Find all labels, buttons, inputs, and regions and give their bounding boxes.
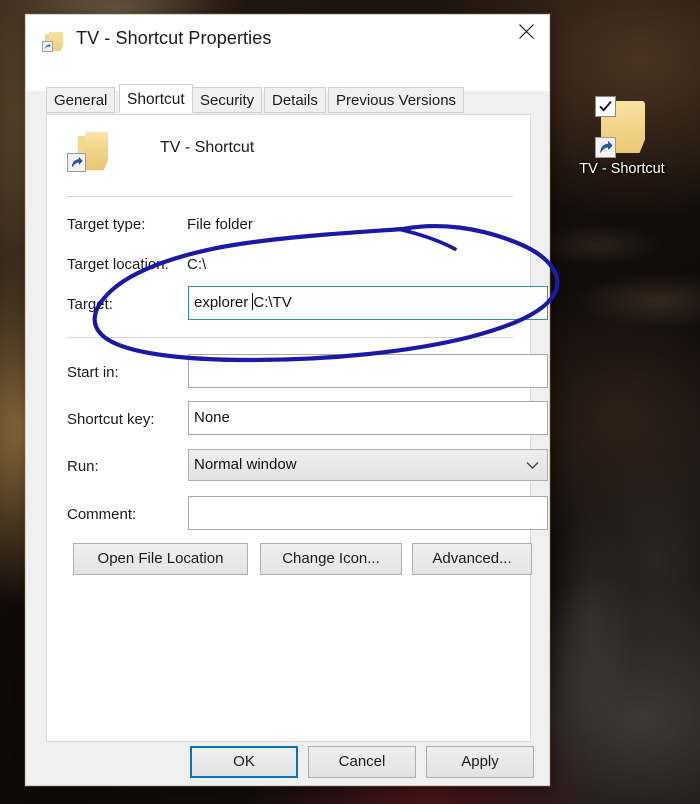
chevron-down-icon [526, 450, 539, 480]
label-start-in: Start in: [67, 364, 119, 381]
desktop-icon-art [593, 96, 651, 158]
value-target-location: C:\ [187, 256, 207, 273]
dialog-titlebar[interactable]: TV - Shortcut Properties [26, 15, 549, 65]
tab-strip: General Shortcut Security Details Previo… [26, 65, 549, 113]
desktop: TV - Shortcut TV - Shortcut Properties G… [0, 0, 700, 804]
shortcut-header: TV - Shortcut [47, 123, 530, 181]
divider-middle [66, 337, 513, 338]
change-icon-button[interactable]: Change Icon... [260, 543, 402, 575]
divider-top [66, 196, 513, 197]
folder-shortcut-icon [66, 129, 108, 177]
properties-dialog: TV - Shortcut Properties General Shortcu… [25, 14, 550, 786]
desktop-icon-label: TV - Shortcut [579, 161, 665, 177]
label-target-location: Target location: [67, 256, 169, 273]
apply-button[interactable]: Apply [426, 746, 534, 778]
label-run: Run: [67, 458, 99, 475]
advanced-button[interactable]: Advanced... [412, 543, 532, 575]
shortcut-key-input[interactable]: None [188, 401, 548, 435]
start-in-input[interactable] [188, 354, 548, 388]
label-comment: Comment: [67, 506, 137, 523]
desktop-icon-tv-shortcut[interactable]: TV - Shortcut [566, 96, 678, 177]
label-target: Target: [67, 296, 113, 313]
run-dropdown[interactable]: Normal window [188, 449, 548, 481]
label-shortcut-key: Shortcut key: [67, 411, 155, 428]
target-input[interactable]: explorer C:\TV [188, 286, 548, 320]
shortcut-tab-panel: TV - Shortcut Target type: File folder T… [46, 114, 548, 742]
tab-details[interactable]: Details [264, 87, 326, 113]
tab-previous-versions[interactable]: Previous Versions [328, 87, 465, 113]
cancel-button[interactable]: Cancel [308, 746, 416, 778]
dialog-title: TV - Shortcut Properties [76, 28, 272, 48]
target-input-text-after-caret: C:\TV [253, 294, 292, 311]
close-icon[interactable] [503, 15, 549, 47]
tab-shortcut[interactable]: Shortcut [119, 84, 193, 113]
shortcut-name-label: TV - Shortcut [160, 139, 255, 156]
label-target-type: Target type: [67, 216, 146, 233]
shortcut-arrow-icon [595, 137, 616, 158]
open-file-location-button[interactable]: Open File Location [73, 543, 248, 575]
tab-general[interactable]: General [46, 87, 116, 113]
checkmark-icon[interactable] [595, 96, 616, 117]
run-dropdown-value: Normal window [194, 456, 297, 473]
header-folder-front [85, 132, 108, 170]
target-input-text-before-caret: explorer [194, 294, 253, 311]
tab-security[interactable]: Security [192, 87, 263, 113]
comment-input[interactable] [188, 496, 548, 530]
value-target-type: File folder [187, 216, 253, 233]
folder-shortcut-icon [42, 30, 66, 52]
ok-button[interactable]: OK [190, 746, 298, 778]
folder-icon-front [611, 101, 645, 153]
titlebar-shortcut-arrow-icon [42, 41, 53, 52]
header-shortcut-arrow-icon [67, 153, 86, 172]
